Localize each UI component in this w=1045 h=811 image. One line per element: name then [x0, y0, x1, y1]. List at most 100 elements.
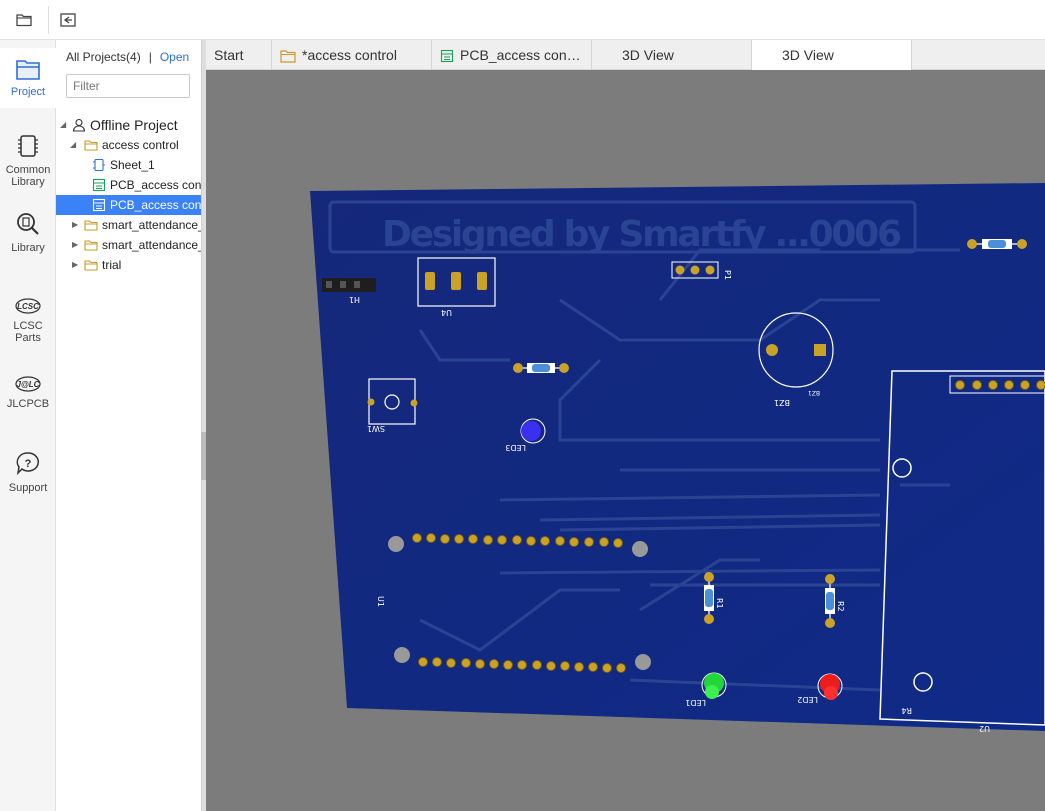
- rail-item-label: LCSC Parts: [13, 320, 43, 344]
- tab-label: PCB_access con…: [460, 47, 581, 63]
- rail-item-label: Library: [11, 242, 45, 254]
- svg-text:?: ?: [25, 458, 32, 470]
- rail-item-common-library[interactable]: Common Library: [0, 132, 56, 192]
- user-icon: [72, 118, 86, 132]
- label-h1: H1: [349, 295, 360, 304]
- label-u4: U4: [441, 308, 452, 317]
- bz1-pad: [766, 344, 778, 356]
- pcb-icon: [92, 178, 106, 192]
- label-bz1-small: BZ1: [808, 389, 820, 396]
- left-icon-rail: Project Common Library Library LCSC LCSC…: [0, 40, 56, 811]
- tree-item-label: access control: [102, 138, 179, 152]
- tree-item-label: Sheet_1: [110, 158, 155, 172]
- folder-icon: [84, 220, 98, 231]
- label-r4: R4: [901, 706, 912, 715]
- collapse-arrow-icon[interactable]: ▶: [72, 215, 78, 235]
- label-u1: U1: [376, 596, 385, 607]
- tree-item-label: trial: [102, 258, 122, 272]
- label-r2: R2: [836, 601, 845, 612]
- tab-label: Start: [214, 47, 244, 63]
- rail-item-project[interactable]: Project: [0, 48, 56, 108]
- folder-icon: [84, 260, 98, 271]
- r1-resistor: [704, 572, 714, 624]
- rail-item-support[interactable]: ? Support: [0, 450, 56, 500]
- library-search-icon: [17, 213, 39, 235]
- filter-input[interactable]: [66, 74, 190, 98]
- label-led1: LED1: [685, 698, 706, 707]
- expand-arrow-icon[interactable]: ◢: [70, 135, 76, 155]
- tree-item-label: Offline Project: [90, 117, 178, 133]
- help-icon: ?: [16, 452, 40, 476]
- tab-label: 3D View: [782, 47, 834, 63]
- pcb-icon: [440, 49, 454, 63]
- tab-3d-view-1[interactable]: 3D View: [592, 40, 752, 70]
- label-sw1: SW1: [367, 424, 385, 433]
- project-icon: [16, 60, 40, 80]
- chip-icon: [18, 135, 38, 157]
- collapse-arrow-icon[interactable]: ▶: [72, 235, 78, 255]
- collapse-arrow-icon[interactable]: ▶: [72, 255, 78, 275]
- tree-item-label: PCB_access control: [110, 198, 201, 212]
- rail-item-label: Common Library: [5, 164, 51, 188]
- svg-text:J@LC: J@LC: [17, 380, 40, 389]
- tab-label: *access control: [302, 47, 397, 63]
- open-folder-icon[interactable]: [14, 10, 34, 30]
- 3d-viewport[interactable]: Designed by Smartfy ...0006 H1 U4 P1 BZ1…: [206, 70, 1045, 811]
- pcb-board: [310, 183, 1045, 731]
- toolbar-divider: [48, 6, 49, 34]
- bz1-pad-square: [814, 344, 826, 356]
- tab-access-control[interactable]: *access control: [272, 40, 432, 70]
- tree-item-trial[interactable]: ▶ trial: [56, 255, 201, 275]
- folder-icon: [84, 140, 98, 151]
- label-led2: LED2: [797, 695, 818, 704]
- tree-item-label: PCB_access control: [110, 178, 201, 192]
- rail-item-jlcpcb[interactable]: J@LC JLCPCB: [0, 374, 56, 414]
- label-bz1: BZ1: [774, 398, 790, 407]
- folder-icon: [280, 50, 296, 63]
- tab-start[interactable]: Start: [206, 40, 272, 70]
- r2-resistor: [825, 574, 835, 628]
- tree-item-smart-attendance-2[interactable]: ▶ smart_attendance_: [56, 235, 201, 255]
- tree-item-smart-attendance-1[interactable]: ▶ smart_attendance_: [56, 215, 201, 235]
- tab-3d-view-2-active[interactable]: 3D View: [752, 40, 912, 70]
- lcsc-icon: LCSC: [15, 298, 41, 314]
- jlc-icon: J@LC: [15, 376, 41, 392]
- tree-item-pcb-2-selected[interactable]: PCB_access control: [56, 195, 201, 215]
- folder-icon: [84, 240, 98, 251]
- open-project-link[interactable]: Open: [160, 50, 189, 64]
- rail-item-label: JLCPCB: [6, 398, 50, 410]
- pcb-icon: [92, 198, 106, 212]
- rail-item-lcsc-parts[interactable]: LCSC LCSC Parts: [0, 296, 56, 346]
- project-panel: All Projects(4) | Open ◢ Offline Project ◢…: [56, 40, 201, 811]
- pcb-3d-render[interactable]: Designed by Smartfy ...0006 H1 U4 P1 BZ1…: [206, 70, 1045, 811]
- rail-item-library[interactable]: Library: [0, 210, 56, 260]
- tree-item-pcb-1[interactable]: PCB_access control: [56, 175, 201, 195]
- resistor-mid: [513, 363, 569, 373]
- h1-header: [322, 278, 376, 292]
- label-u2: U2: [979, 724, 990, 733]
- header-separator: |: [148, 50, 152, 64]
- tree-item-access-control[interactable]: ◢ access control: [56, 135, 201, 155]
- document-tabs: Start *access control PCB_access con… 3D…: [206, 40, 1045, 70]
- p1-pads: [675, 265, 715, 275]
- tab-label: 3D View: [622, 47, 674, 63]
- schematic-sheet-icon: [93, 158, 105, 172]
- tree-item-label: smart_attendance_: [102, 218, 201, 232]
- all-projects-link[interactable]: All Projects(4): [66, 50, 141, 64]
- label-r1: R1: [715, 598, 724, 609]
- led3-blue: [521, 421, 541, 441]
- tab-pcb[interactable]: PCB_access con…: [432, 40, 592, 70]
- top-toolbar: [0, 0, 1045, 40]
- tree-item-sheet[interactable]: Sheet_1: [56, 155, 201, 175]
- back-icon[interactable]: [58, 10, 78, 30]
- u4-pads: [425, 272, 487, 290]
- rail-item-label: Support: [8, 482, 48, 494]
- label-led3: LED3: [505, 443, 526, 452]
- expand-arrow-icon[interactable]: ◢: [60, 114, 66, 136]
- svg-text:LCSC: LCSC: [17, 302, 39, 311]
- project-panel-header: All Projects(4) | Open: [66, 50, 189, 64]
- tree-item-offline-project[interactable]: ◢ Offline Project: [56, 114, 201, 136]
- rail-item-label: Project: [10, 86, 46, 98]
- silkscreen-title: Designed by Smartfy ...0006: [382, 214, 902, 255]
- tree-item-label: smart_attendance_: [102, 238, 201, 252]
